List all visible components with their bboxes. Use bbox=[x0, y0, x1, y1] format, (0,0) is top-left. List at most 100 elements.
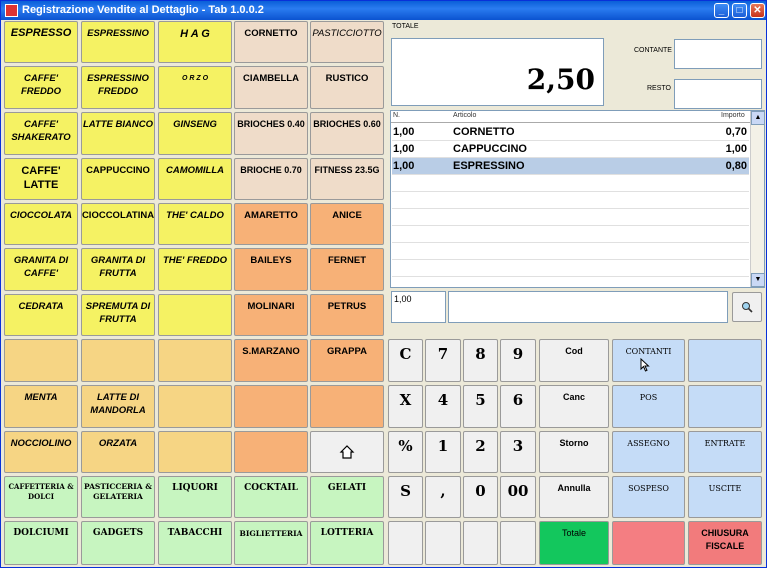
product-empty-5[interactable] bbox=[158, 385, 232, 428]
key-7[interactable]: 7 bbox=[425, 339, 461, 382]
key-comma[interactable]: , bbox=[425, 476, 461, 518]
minimize-button[interactable]: _ bbox=[714, 3, 729, 18]
category-pasticceria[interactable]: PASTICCERIA & GELATERIA bbox=[81, 476, 155, 518]
key-5[interactable]: 5 bbox=[463, 385, 498, 428]
product-spremuta[interactable]: SPREMUTA DI FRUTTA bbox=[81, 294, 155, 336]
code-field[interactable] bbox=[448, 291, 728, 323]
product-smarzano[interactable]: S.MARZANO bbox=[234, 339, 308, 382]
product-ginseng[interactable]: GINSENG bbox=[158, 112, 232, 155]
product-latte-mandorla[interactable]: LATTE DI MANDORLA bbox=[81, 385, 155, 428]
key-percent[interactable]: % bbox=[388, 431, 423, 473]
category-biglietteria[interactable]: BIGLIETTERIA bbox=[234, 521, 308, 565]
receipt-row-selected[interactable]: 1,00 ESPRESSINO 0,80 bbox=[392, 158, 749, 175]
key-clear[interactable]: C bbox=[388, 339, 423, 382]
product-anice[interactable]: ANICE bbox=[310, 203, 384, 245]
product-granita-caffe[interactable]: GRANITA DI CAFFE' bbox=[4, 248, 78, 291]
sospeso-button[interactable]: SOSPESO bbox=[612, 476, 685, 518]
product-amaretto[interactable]: AMARETTO bbox=[234, 203, 308, 245]
product-baileys[interactable]: BAILEYS bbox=[234, 248, 308, 291]
product-caffe-shakerato[interactable]: CAFFE' SHAKERATO bbox=[4, 112, 78, 155]
product-empty-8[interactable] bbox=[158, 431, 232, 473]
product-hag[interactable]: H A G bbox=[158, 21, 232, 63]
product-cornetto[interactable]: CORNETTO bbox=[234, 21, 308, 63]
product-empty-2[interactable] bbox=[4, 339, 78, 382]
product-brioche-070[interactable]: BRIOCHE 0.70 bbox=[234, 158, 308, 200]
category-tabacchi[interactable]: TABACCHI bbox=[158, 521, 232, 565]
product-cioccolata[interactable]: CIOCCOLATA bbox=[4, 203, 78, 245]
product-empty-3[interactable] bbox=[81, 339, 155, 382]
search-button[interactable] bbox=[732, 292, 762, 322]
key-1[interactable]: 1 bbox=[425, 431, 461, 473]
key-00[interactable]: 00 bbox=[500, 476, 536, 518]
category-gelati[interactable]: GELATI bbox=[310, 476, 384, 518]
product-espressino-freddo[interactable]: ESPRESSINO FREDDO bbox=[81, 66, 155, 109]
product-pasticciotto[interactable]: PASTICCIOTTO bbox=[310, 21, 384, 63]
chiusura-fiscale-button[interactable]: CHIUSURA FISCALE bbox=[688, 521, 762, 565]
category-caffetteria[interactable]: CAFFETTERIA & DOLCI bbox=[4, 476, 78, 518]
key-multiply[interactable]: X bbox=[388, 385, 423, 428]
category-liquori[interactable]: LIQUORI bbox=[158, 476, 232, 518]
product-orzo[interactable]: O R Z O bbox=[158, 66, 232, 109]
product-empty-1[interactable] bbox=[158, 294, 232, 336]
product-rustico[interactable]: RUSTICO bbox=[310, 66, 384, 109]
product-the-freddo[interactable]: THE' FREDDO bbox=[158, 248, 232, 291]
product-empty-9[interactable] bbox=[234, 431, 308, 473]
product-espressino[interactable]: ESPRESSINO bbox=[81, 21, 155, 63]
product-cioccolatina[interactable]: CIOCCOLATINA bbox=[81, 203, 155, 245]
product-fernet[interactable]: FERNET bbox=[310, 248, 384, 291]
product-ciambella[interactable]: CIAMBELLA bbox=[234, 66, 308, 109]
product-espresso[interactable]: ESPRESSO bbox=[4, 21, 78, 63]
receipt-row[interactable]: 1,00 CAPPUCCINO 1,00 bbox=[392, 141, 749, 158]
key-empty-2[interactable] bbox=[425, 521, 461, 565]
key-9[interactable]: 9 bbox=[500, 339, 536, 382]
entrate-button[interactable]: ENTRATE bbox=[688, 431, 762, 473]
close-button[interactable]: ✕ bbox=[750, 3, 765, 18]
product-empty-6[interactable] bbox=[234, 385, 308, 428]
assegno-button[interactable]: ASSEGNO bbox=[612, 431, 685, 473]
product-brioches-040[interactable]: BRIOCHES 0.40 bbox=[234, 112, 308, 155]
key-0[interactable]: 0 bbox=[463, 476, 498, 518]
product-cedrata[interactable]: CEDRATA bbox=[4, 294, 78, 336]
product-empty-4[interactable] bbox=[158, 339, 232, 382]
key-empty-4[interactable] bbox=[500, 521, 536, 565]
contante-field[interactable] bbox=[674, 39, 762, 69]
storno-button[interactable]: Storno bbox=[539, 431, 609, 473]
product-orzata[interactable]: ORZATA bbox=[81, 431, 155, 473]
payment-empty-2[interactable] bbox=[688, 385, 762, 428]
category-gadgets[interactable]: GADGETS bbox=[81, 521, 155, 565]
product-caffe-latte[interactable]: CAFFE' LATTE bbox=[4, 158, 78, 200]
key-8[interactable]: 8 bbox=[463, 339, 498, 382]
product-latte-bianco[interactable]: LATTE BIANCO bbox=[81, 112, 155, 155]
maximize-button[interactable]: □ bbox=[732, 3, 747, 18]
key-3[interactable]: 3 bbox=[500, 431, 536, 473]
cod-button[interactable]: Cod bbox=[539, 339, 609, 382]
product-menta[interactable]: MENTA bbox=[4, 385, 78, 428]
product-caffe-freddo[interactable]: CAFFE' FREDDO bbox=[4, 66, 78, 109]
product-molinari[interactable]: MOLINARI bbox=[234, 294, 308, 336]
product-petrus[interactable]: PETRUS bbox=[310, 294, 384, 336]
empty-pink-button[interactable] bbox=[612, 521, 685, 565]
category-dolciumi[interactable]: DOLCIUMI bbox=[4, 521, 78, 565]
product-granita-frutta[interactable]: GRANITA DI FRUTTA bbox=[81, 248, 155, 291]
key-empty-1[interactable] bbox=[388, 521, 423, 565]
product-cappuccino[interactable]: CAPPUCCINO bbox=[81, 158, 155, 200]
uscite-button[interactable]: USCITE bbox=[688, 476, 762, 518]
home-button[interactable] bbox=[310, 431, 384, 473]
key-2[interactable]: 2 bbox=[463, 431, 498, 473]
pos-button[interactable]: POS bbox=[612, 385, 685, 428]
product-empty-7[interactable] bbox=[310, 385, 384, 428]
key-6[interactable]: 6 bbox=[500, 385, 536, 428]
annulla-button[interactable]: Annulla bbox=[539, 476, 609, 518]
product-nocciolino[interactable]: NOCCIOLINO bbox=[4, 431, 78, 473]
receipt-row[interactable]: 1,00 CORNETTO 0,70 bbox=[392, 124, 749, 141]
product-grappa[interactable]: GRAPPA bbox=[310, 339, 384, 382]
receipt-scrollbar[interactable]: ▲ ▼ bbox=[750, 111, 765, 287]
quantity-field[interactable]: 1,00 bbox=[391, 291, 446, 323]
scroll-up-icon[interactable]: ▲ bbox=[751, 111, 765, 125]
key-s[interactable]: S bbox=[388, 476, 423, 518]
canc-button[interactable]: Canc bbox=[539, 385, 609, 428]
category-lotteria[interactable]: LOTTERIA bbox=[310, 521, 384, 565]
category-cocktail[interactable]: COCKTAIL bbox=[234, 476, 308, 518]
product-brioches-060[interactable]: BRIOCHES 0.60 bbox=[310, 112, 384, 155]
scroll-down-icon[interactable]: ▼ bbox=[751, 273, 765, 287]
